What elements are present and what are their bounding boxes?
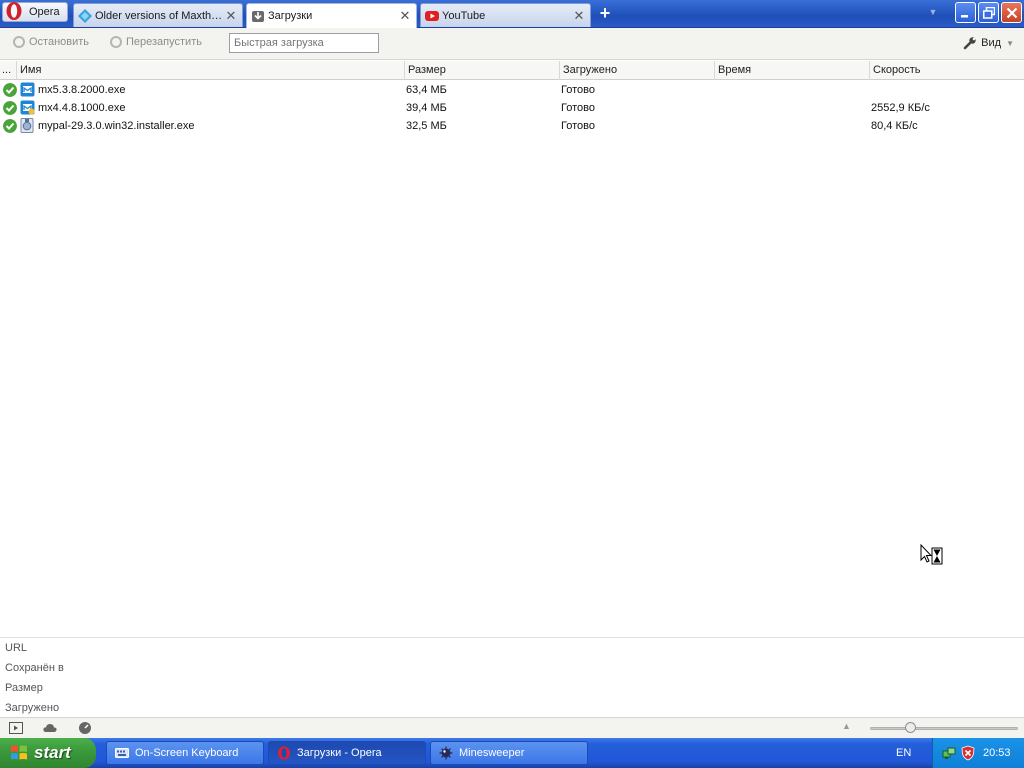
restore-icon [982,6,995,19]
youtube-icon [425,10,439,21]
tab-maxthon[interactable]: Older versions of Maxth… ✕ [73,3,243,27]
wrench-icon [963,37,976,50]
checkmark-icon [3,101,17,115]
zoom-slider[interactable] [870,727,1018,730]
view-menu-label: Вид [981,37,1002,49]
minesweeper-icon [439,746,453,760]
download-speed: 2552,9 КБ/с [871,102,930,114]
start-button[interactable]: start [0,738,96,768]
column-header-status[interactable]: ... [0,61,16,80]
file-size: 32,5 МБ [406,120,447,132]
details-size-label: Размер [5,682,43,694]
busy-cursor-icon [920,544,943,565]
installer-file-icon [20,118,34,133]
table-row[interactable]: mypal-29.3.0.win32.installer.exe 32,5 МБ… [0,117,1024,135]
taskbar-item-label: On-Screen Keyboard [135,747,239,759]
tab-label: YouTube [442,9,486,22]
downloads-table-header: ... Имя Размер Загружено Время Скорость [0,61,1024,80]
taskbar-item-minesweeper[interactable]: Minesweeper [430,741,588,765]
windows-taskbar: start On-Screen Keyboard Загрузки - Oper… [0,738,1024,768]
taskbar-item-label: Minesweeper [459,747,525,759]
file-size: 39,4 МБ [406,102,447,114]
restore-button[interactable] [978,2,999,23]
file-name: mx4.4.8.1000.exe [38,102,126,114]
tab-list-chevron-icon[interactable]: ▼ [926,7,940,19]
view-menu-button[interactable]: Вид ▼ [963,36,1014,50]
restart-button[interactable]: Перезапустить [110,36,202,48]
download-status: Готово [561,120,595,132]
close-icon [1006,7,1017,18]
details-url-label: URL [5,642,28,654]
opera-icon [278,746,290,760]
taskbar-item-label: Загрузки - Opera [297,747,382,759]
taskbar-item-opera[interactable]: Загрузки - Opera [268,741,426,765]
close-window-button[interactable] [1001,2,1022,23]
speed-dial-icon[interactable] [78,721,92,735]
start-label: start [34,743,71,762]
close-icon[interactable]: ✕ [398,8,412,24]
table-row[interactable]: mx4.4.8.1000.exe 39,4 МБ Готово 2552,9 К… [0,99,1024,117]
tab-downloads[interactable]: Загрузки ✕ [246,3,417,28]
column-header-time[interactable]: Время [714,61,869,80]
downloads-toolbar: Остановить Перезапустить Вид ▼ [0,28,1024,60]
close-icon[interactable]: ✕ [572,8,586,24]
taskbar-item-keyboard[interactable]: On-Screen Keyboard [106,741,264,765]
security-shield-icon[interactable] [961,745,975,761]
file-name: mypal-29.3.0.win32.installer.exe [38,120,195,132]
details-downloaded-label: Загружено [5,702,60,714]
details-saved-label: Сохранён в [5,662,64,674]
table-row[interactable]: mx5.3.8.2000.exe 63,4 МБ Готово [0,81,1024,99]
tab-label: Older versions of Maxth… [95,9,223,22]
tab-bar: Opera Older versions of Maxth… ✕ Загрузк… [0,0,1024,28]
clock[interactable]: 20:53 [983,747,1011,759]
stop-button-label: Остановить [29,36,90,48]
opera-logo-icon [6,2,22,20]
language-indicator[interactable]: EN [896,747,911,759]
tab-label: Загрузки [268,10,313,22]
minimize-icon [961,15,968,18]
opera-menu-label: Opera [29,6,60,18]
file-name: mx5.3.8.2000.exe [38,84,126,96]
checkmark-icon [3,119,17,133]
minimize-button[interactable] [955,2,976,23]
checkmark-icon [3,83,17,97]
network-icon[interactable] [942,746,957,761]
stop-icon [13,36,25,48]
download-details-panel: URL Сохранён в Размер Загружено [0,637,1024,717]
download-status: Готово [561,102,595,114]
stop-button[interactable]: Остановить [13,36,89,48]
maxthon-icon [78,8,92,23]
new-tab-button[interactable]: + [596,4,614,23]
keyboard-icon [115,748,129,758]
restart-icon [110,36,122,48]
file-size: 63,4 МБ [406,84,447,96]
column-header-downloaded[interactable]: Загружено [559,61,714,80]
column-header-speed[interactable]: Скорость [869,61,1024,80]
opera-menu-button[interactable]: Opera [2,2,68,22]
restart-button-label: Перезапустить [126,36,202,48]
status-bar: ▲ [0,717,1024,738]
column-header-name[interactable]: Имя [16,61,404,80]
download-speed: 80,4 КБ/с [871,120,918,132]
cloud-icon[interactable] [43,721,57,735]
close-icon[interactable]: ✕ [224,8,238,24]
tab-youtube[interactable]: YouTube ✕ [420,3,591,27]
column-header-size[interactable]: Размер [404,61,559,80]
chevron-down-icon: ▼ [1006,38,1014,48]
zoom-up-icon[interactable]: ▲ [842,721,851,731]
maxthon-file-icon [20,82,35,97]
download-status: Готово [561,84,595,96]
downloads-icon [252,11,264,22]
zoom-slider-handle[interactable] [905,722,916,733]
quick-download-input[interactable] [229,33,379,53]
windows-logo-icon [11,745,27,760]
maxthon-file-icon [20,100,35,115]
panel-toggle-icon[interactable] [9,721,23,735]
